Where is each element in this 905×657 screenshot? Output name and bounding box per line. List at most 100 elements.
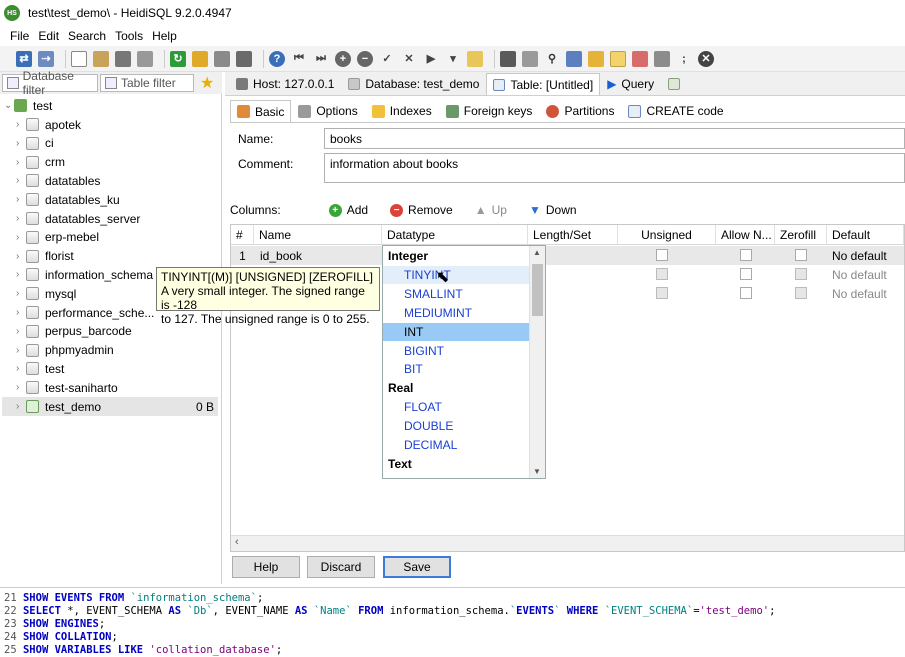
word-wrap-icon[interactable]	[654, 50, 670, 67]
chevron-right-icon[interactable]: ›	[16, 269, 26, 280]
chevron-right-icon[interactable]: ›	[16, 213, 26, 224]
help-button[interactable]: Help	[232, 556, 300, 578]
tree-item-database[interactable]: › phpmyadmin	[2, 341, 218, 360]
zerofill-checkbox[interactable]	[795, 287, 807, 299]
last-icon[interactable]: ⏭	[313, 51, 329, 67]
tab-host[interactable]: Host: 127.0.0.1	[229, 73, 341, 95]
tree-item-database[interactable]: › florist	[2, 247, 218, 266]
allow-null-checkbox[interactable]	[740, 249, 752, 261]
tree-item-database[interactable]: › apotek	[2, 115, 218, 134]
menu-help[interactable]: Help	[152, 29, 177, 43]
paste-icon[interactable]	[93, 50, 109, 67]
import-icon[interactable]	[214, 50, 230, 67]
menu-edit[interactable]: Edit	[38, 29, 59, 43]
chevron-right-icon[interactable]: ›	[16, 232, 26, 243]
tab-database[interactable]: Database: test_demo	[341, 73, 486, 95]
scroll-left-icon[interactable]: ‹	[235, 536, 239, 548]
grid-header-name[interactable]: Name	[254, 225, 382, 245]
refresh-icon[interactable]: ↻	[170, 50, 186, 67]
datatype-option[interactable]: MEDIUMINT	[383, 304, 529, 322]
datatype-option[interactable]: BIT	[383, 360, 529, 378]
tree-item-database[interactable]: › erp-mebel	[2, 228, 218, 247]
tab-indexes[interactable]: Indexes	[365, 100, 439, 122]
column-name-cell[interactable]: id_book	[255, 246, 381, 265]
tree-root-server[interactable]: ⌄ test	[4, 96, 214, 115]
chevron-right-icon[interactable]: ›	[16, 157, 26, 168]
scroll-down-icon[interactable]: ▼	[533, 467, 541, 476]
save-button[interactable]: Save	[383, 556, 451, 578]
grid-header-zerofill[interactable]: Zerofill	[775, 225, 827, 245]
explain-icon[interactable]	[467, 50, 483, 67]
chevron-right-icon[interactable]: ›	[16, 326, 26, 337]
warning-icon[interactable]	[610, 50, 626, 67]
tab-partitions[interactable]: Partitions	[539, 100, 621, 122]
add-column-button[interactable]: + Add	[328, 203, 368, 217]
connect-icon[interactable]: ⇄	[16, 50, 32, 67]
move-down-button[interactable]: ▼ Down	[529, 203, 577, 217]
tab-options[interactable]: Options	[291, 100, 364, 122]
tree-item-database[interactable]: › test	[2, 359, 218, 378]
unsigned-checkbox[interactable]	[656, 268, 668, 280]
tab-create-code[interactable]: CREATE code	[621, 100, 730, 122]
delete-icon[interactable]: −	[357, 50, 373, 67]
tab-new-query[interactable]	[661, 73, 692, 95]
print-icon[interactable]	[115, 50, 131, 67]
check-icon[interactable]: ✓	[379, 51, 395, 67]
grid-header-length[interactable]: Length/Set	[528, 225, 618, 245]
chevron-right-icon[interactable]: ›	[16, 401, 26, 412]
table-name-input[interactable]: books	[324, 128, 905, 149]
info-icon[interactable]: ?	[269, 50, 285, 67]
datatype-option[interactable]: DECIMAL	[383, 436, 529, 454]
user-manager-icon[interactable]	[192, 50, 208, 67]
chevron-right-icon[interactable]: ›	[16, 251, 26, 262]
save-icon[interactable]	[500, 50, 516, 67]
discard-button[interactable]: Discard	[307, 556, 375, 578]
remove-column-button[interactable]: − Remove	[390, 203, 453, 217]
grid-header-number[interactable]: #	[231, 225, 254, 245]
default-cell[interactable]: No default	[827, 246, 904, 265]
datatype-option[interactable]: BIGINT	[383, 342, 529, 360]
insert-icon[interactable]: +	[335, 50, 351, 67]
scroll-up-icon[interactable]: ▲	[533, 248, 541, 257]
sql-log[interactable]: 21 SHOW EVENTS FROM `information_schema`…	[0, 587, 905, 657]
export-icon[interactable]	[236, 50, 252, 67]
datatype-dropdown[interactable]: Integer TINYINT SMALLINT MEDIUMINT INT BIGINT…	[382, 245, 546, 479]
chevron-down-icon[interactable]: ⌄	[4, 100, 14, 111]
tree-item-database[interactable]: › datatables_ku	[2, 190, 218, 209]
tree-item-database[interactable]: › datatables	[2, 171, 218, 190]
datatype-option[interactable]: TINYINT	[383, 265, 529, 284]
datatype-option[interactable]: DOUBLE	[383, 417, 529, 435]
chevron-right-icon[interactable]: ›	[16, 194, 26, 205]
tab-basic[interactable]: Basic	[230, 100, 292, 122]
datatype-option[interactable]: SMALLINT	[383, 285, 529, 303]
dropdown-scrollbar[interactable]: ▲ ▼	[529, 246, 545, 478]
tree-item-database[interactable]: › test-saniharto	[2, 378, 218, 397]
tree-item-database[interactable]: › ci	[2, 134, 218, 153]
unsigned-checkbox[interactable]	[656, 287, 668, 299]
allow-null-checkbox[interactable]	[740, 268, 752, 280]
run-icon[interactable]: ▶	[423, 51, 439, 67]
zerofill-checkbox[interactable]	[795, 249, 807, 261]
grid-header-unsigned[interactable]: Unsigned	[618, 225, 716, 245]
chevron-right-icon[interactable]: ›	[16, 363, 26, 374]
grid-header-datatype[interactable]: Datatype	[382, 225, 528, 245]
chevron-right-icon[interactable]: ›	[16, 288, 26, 299]
datatype-option[interactable]: CHAR	[383, 474, 529, 478]
cancel-icon[interactable]: ✕	[401, 51, 417, 67]
chevron-right-icon[interactable]: ›	[16, 382, 26, 393]
unsigned-checkbox[interactable]	[656, 249, 668, 261]
run-options-icon[interactable]: ▾	[445, 51, 461, 67]
datatype-option[interactable]: FLOAT	[383, 398, 529, 416]
first-icon[interactable]: ⏮	[291, 51, 307, 67]
tree-item-database[interactable]: › crm	[2, 153, 218, 172]
chevron-right-icon[interactable]: ›	[16, 138, 26, 149]
tab-query[interactable]: ▶ Query	[600, 73, 661, 95]
move-up-button[interactable]: ▲ Up	[475, 203, 507, 217]
disconnect-icon[interactable]: ⇢	[38, 50, 54, 67]
binoculars-icon[interactable]: ⚲	[544, 51, 560, 67]
tree-item-database[interactable]: › test_demo 0 B	[2, 397, 218, 416]
menu-search[interactable]: Search	[68, 29, 106, 43]
load-icon[interactable]	[522, 50, 538, 67]
tab-table[interactable]: Table: [Untitled]	[486, 73, 601, 95]
menu-file[interactable]: File	[10, 29, 29, 43]
